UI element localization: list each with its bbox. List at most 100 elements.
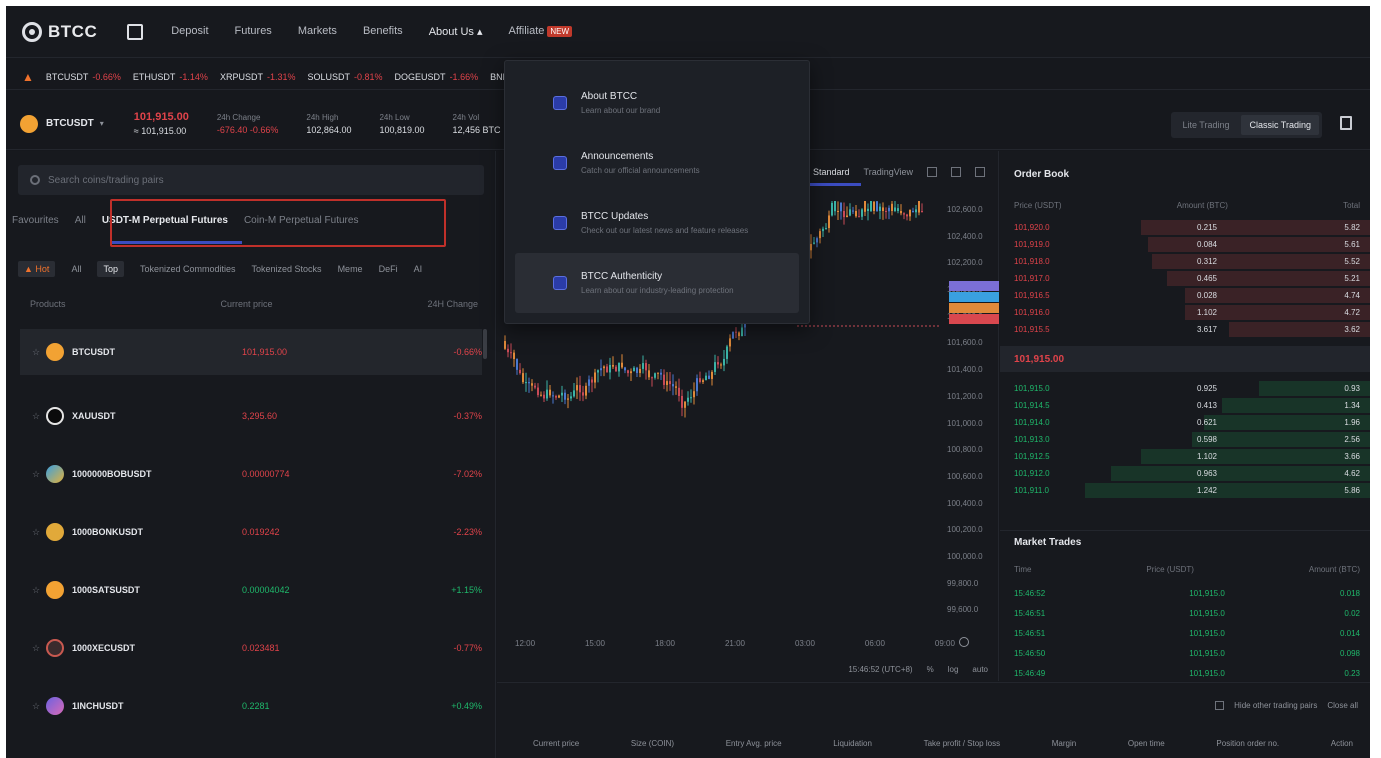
- col-products[interactable]: Products: [30, 299, 66, 309]
- indicator-icon[interactable]: [927, 167, 938, 177]
- crosshair-icon[interactable]: [959, 637, 969, 647]
- classic-trading-button[interactable]: Classic Trading: [1241, 115, 1319, 135]
- favorite-star-icon[interactable]: ☆: [32, 469, 46, 480]
- ob-total: 3.66: [1344, 452, 1360, 461]
- filter-ai[interactable]: AI: [414, 264, 423, 274]
- market-row[interactable]: ☆ 1000000BOBUSDT 0.00000774 -7.02%: [20, 445, 482, 503]
- pair-name[interactable]: BTCUSDT: [46, 118, 94, 129]
- order-book: Order Book Price (USDT) Amount (BTC) Tot…: [1000, 151, 1370, 531]
- ask-row[interactable]: 101,916.0 1.102 4.72: [1000, 304, 1370, 321]
- bid-row[interactable]: 101,915.0 0.925 0.93: [1000, 380, 1370, 397]
- col-24h-change[interactable]: 24H Change: [427, 299, 478, 309]
- favorite-star-icon[interactable]: ☆: [32, 347, 46, 358]
- ticker-item[interactable]: ETHUSDT -1.14%: [133, 72, 208, 82]
- market-row[interactable]: ☆ 1000SATSUSDT 0.00004042 +1.15%: [20, 561, 482, 619]
- dropdown-item[interactable]: Announcements Catch our official announce…: [515, 133, 799, 193]
- ticker-item[interactable]: SOLUSDT -0.81%: [308, 72, 383, 82]
- market-row[interactable]: ☆ 1000XECUSDT 0.023481 -0.77%: [20, 619, 482, 677]
- candle-body: [729, 338, 731, 347]
- filter-meme[interactable]: Meme: [338, 264, 363, 274]
- favorite-star-icon[interactable]: ☆: [32, 585, 46, 596]
- coin-icon: [46, 343, 64, 361]
- tab-standard[interactable]: Standard: [809, 167, 861, 186]
- log-toggle[interactable]: log: [948, 665, 959, 674]
- highlight-box: [110, 199, 446, 247]
- ticker-symbol: XRPUSDT: [219, 71, 263, 82]
- ask-row[interactable]: 101,915.5 3.617 3.62: [1000, 321, 1370, 338]
- market-trades-title: Market Trades: [1014, 537, 1082, 548]
- fullscreen-icon[interactable]: [975, 167, 986, 177]
- close-all-button[interactable]: Close all: [1327, 701, 1358, 710]
- bid-row[interactable]: 101,913.0 0.598 2.56: [1000, 431, 1370, 448]
- ticker-item[interactable]: DOGEUSDT -1.66%: [395, 72, 479, 82]
- bid-row[interactable]: 101,912.5 1.102 3.66: [1000, 448, 1370, 465]
- tab-favourites[interactable]: Favourites: [12, 215, 59, 226]
- ob-total: 1.96: [1344, 418, 1360, 427]
- candle-body: [867, 208, 869, 211]
- market-row[interactable]: ☆ BTCUSDT 101,915.00 -0.66%: [20, 329, 482, 375]
- ticker-item[interactable]: XRPUSDT -1.31%: [220, 72, 296, 82]
- market-row[interactable]: ☆ 1INCHUSDT 0.2281 +0.49%: [20, 677, 482, 735]
- ob-total: 5.21: [1344, 274, 1360, 283]
- favorite-star-icon[interactable]: ☆: [32, 643, 46, 654]
- search-input[interactable]: Search coins/trading pairs: [18, 165, 484, 195]
- ask-row[interactable]: 101,916.5 0.028 4.74: [1000, 287, 1370, 304]
- settings-icon[interactable]: [951, 167, 962, 177]
- ask-row[interactable]: 101,919.0 0.084 5.61: [1000, 236, 1370, 253]
- filter-all[interactable]: All: [71, 264, 81, 274]
- nav-about-us-label: About Us: [428, 26, 474, 38]
- dropdown-item[interactable]: About BTCC Learn about our brand: [515, 73, 799, 133]
- dropdown-item[interactable]: BTCC Updates Check out our latest news an…: [515, 193, 799, 253]
- nav-about-us[interactable]: About Us ▴: [429, 25, 483, 38]
- tab-tradingview[interactable]: TradingView: [864, 167, 914, 177]
- candle-body: [846, 215, 848, 218]
- ask-row[interactable]: 101,920.0 0.215 5.82: [1000, 219, 1370, 236]
- filter-top[interactable]: Top: [97, 261, 124, 277]
- hide-pairs-checkbox[interactable]: [1215, 701, 1225, 710]
- filter-commodities[interactable]: Tokenized Commodities: [140, 264, 236, 274]
- bid-row[interactable]: 101,911.0 1.242 5.86: [1000, 482, 1370, 499]
- candle-body: [828, 215, 830, 229]
- market-row[interactable]: ☆ 1000BONKUSDT 0.019242 -2.23%: [20, 503, 482, 561]
- auto-toggle[interactable]: auto: [972, 665, 988, 674]
- filter-defi[interactable]: DeFi: [379, 264, 398, 274]
- candle-body: [882, 207, 884, 211]
- pair-stat-value: -676.40 -0.66%: [216, 124, 279, 135]
- document-icon[interactable]: [1340, 116, 1352, 130]
- market-scrollbar[interactable]: [483, 329, 487, 359]
- bid-row[interactable]: 101,914.5 0.413 1.34: [1000, 397, 1370, 414]
- favorite-star-icon[interactable]: ☆: [32, 527, 46, 538]
- candle-body: [864, 201, 866, 212]
- filter-hot[interactable]: ▲ Hot: [18, 261, 56, 277]
- candle-body: [909, 209, 911, 217]
- percent-toggle[interactable]: %: [927, 665, 934, 674]
- lite-trading-button[interactable]: Lite Trading: [1174, 115, 1237, 135]
- ask-row[interactable]: 101,918.0 0.312 5.52: [1000, 253, 1370, 270]
- mt-col-amount: Amount (BTC): [1308, 565, 1360, 574]
- nav-markets[interactable]: Markets: [298, 25, 337, 38]
- bid-row[interactable]: 101,914.0 0.621 1.96: [1000, 414, 1370, 431]
- market-price: 0.2281: [242, 701, 270, 711]
- nav-affiliate[interactable]: Affiliate NEW: [509, 25, 573, 38]
- price-tag: [949, 314, 999, 324]
- hide-pairs-label[interactable]: Hide other trading pairs: [1234, 701, 1317, 710]
- dropdown-item[interactable]: BTCC Authenticity Learn about our industr…: [515, 253, 799, 313]
- market-row[interactable]: ☆ XAUUSDT 3,295.60 -0.37%: [20, 387, 482, 445]
- pair-dropdown-icon[interactable]: ▾: [100, 119, 104, 128]
- ask-row[interactable]: 101,917.0 0.465 5.21: [1000, 270, 1370, 287]
- ob-amount: 0.621: [1196, 418, 1218, 427]
- candle-body: [873, 201, 875, 211]
- favorite-star-icon[interactable]: ☆: [32, 411, 46, 422]
- filter-stocks[interactable]: Tokenized Stocks: [252, 264, 322, 274]
- candle-body: [504, 341, 506, 349]
- tab-all[interactable]: All: [75, 215, 86, 226]
- bid-row[interactable]: 101,912.0 0.963 4.62: [1000, 465, 1370, 482]
- nav-deposit[interactable]: Deposit: [171, 25, 208, 38]
- brand-logo[interactable]: BTCC: [22, 21, 97, 42]
- nav-benefits[interactable]: Benefits: [363, 25, 403, 38]
- favorite-star-icon[interactable]: ☆: [32, 701, 46, 712]
- col-current-price[interactable]: Current price: [220, 299, 272, 309]
- nav-futures[interactable]: Futures: [235, 25, 272, 38]
- ticker-item[interactable]: BTCUSDT -0.66%: [46, 72, 121, 82]
- app-grid-icon[interactable]: [127, 23, 144, 40]
